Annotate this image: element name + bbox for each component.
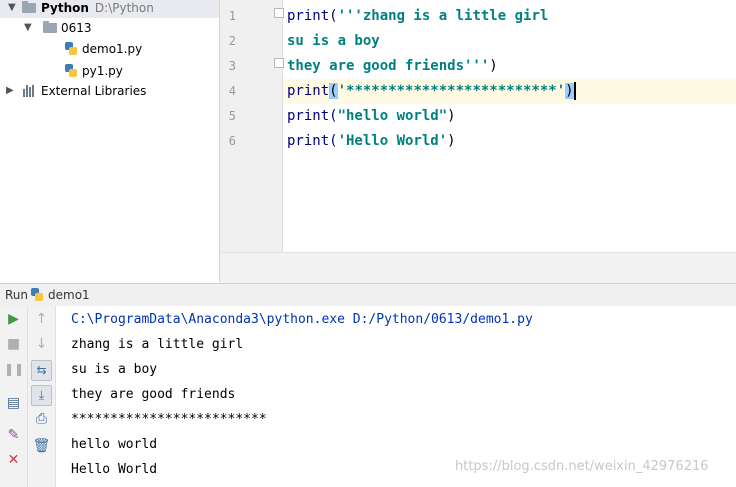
file-name: py1.py <box>82 64 123 78</box>
run-toolbar-right: ↑ ↓ ⇆ ⤓ ⎙ 🗑 <box>28 306 56 487</box>
code-token: print( <box>287 133 338 149</box>
tree-item-file[interactable]: py1.py <box>0 61 219 81</box>
library-icon <box>23 85 37 97</box>
fold-marker-icon[interactable] <box>274 8 284 18</box>
code-token: ( <box>329 83 338 99</box>
code-token: ) <box>447 108 456 124</box>
code-editor[interactable]: 1 2 3 4 5 6 print('''zhang is a little g… <box>220 0 736 283</box>
external-libraries-label: External Libraries <box>41 84 147 98</box>
code-line[interactable]: they are good friends''') <box>287 54 498 79</box>
chevron-right-icon[interactable]: ▶ <box>6 81 14 101</box>
code-token: ) <box>447 133 456 149</box>
chevron-down-icon[interactable]: ▼ <box>24 18 32 38</box>
print-icon[interactable]: ⎙ <box>32 410 51 429</box>
tree-item-root[interactable]: ▼ Python D:\Python <box>0 0 219 18</box>
editor-bottom-area <box>220 252 736 283</box>
code-token: '*************************' <box>337 83 566 99</box>
code-line[interactable]: print('*************************') <box>283 79 736 104</box>
line-number: 2 <box>228 34 236 48</box>
tree-item-external-libraries[interactable]: ▶ External Libraries <box>0 81 219 101</box>
console-line-command: C:\ProgramData\Anaconda3\python.exe D:/P… <box>71 312 533 327</box>
pin-icon[interactable]: ✎ <box>4 426 23 445</box>
tree-item-folder-0613[interactable]: ▼ 0613 <box>0 18 219 38</box>
code-line[interactable]: print('''zhang is a little girl <box>287 4 548 29</box>
code-token: they are good friends''' <box>287 58 490 74</box>
file-name: demo1.py <box>82 42 143 56</box>
trash-icon[interactable]: 🗑 <box>32 437 51 456</box>
code-token: print( <box>287 108 338 124</box>
folder-icon <box>22 1 36 13</box>
pause-icon[interactable]: ❚❚ <box>4 360 24 379</box>
console-line: hello world <box>71 437 158 452</box>
tree-item-file[interactable]: demo1.py <box>0 39 219 59</box>
code-token: '''zhang is a little girl <box>337 8 549 24</box>
fold-marker-icon[interactable] <box>274 58 284 68</box>
text-caret <box>573 82 576 100</box>
root-path: D:\Python <box>94 1 154 15</box>
line-number: 5 <box>228 109 236 123</box>
code-token: ) <box>565 83 574 99</box>
arrow-down-icon[interactable]: ↓ <box>32 335 51 354</box>
line-number: 1 <box>228 9 236 23</box>
scroll-to-end-icon[interactable]: ⤓ <box>31 385 52 406</box>
arrow-up-icon[interactable]: ↑ <box>32 310 51 329</box>
python-file-icon <box>65 64 77 77</box>
chevron-down-icon[interactable]: ▼ <box>8 0 16 18</box>
python-file-icon <box>31 288 43 301</box>
stop-icon[interactable]: ■ <box>4 335 23 354</box>
console-line: they are good friends <box>71 387 236 402</box>
folder-name: 0613 <box>61 21 92 35</box>
code-token: print <box>287 83 330 99</box>
rerun-icon[interactable]: ▶ <box>4 310 23 329</box>
console-line: zhang is a little girl <box>71 337 244 352</box>
code-token: print( <box>287 8 338 24</box>
code-token: 'Hello World' <box>337 133 448 149</box>
layout-icon[interactable]: ▤ <box>4 394 23 413</box>
run-config-tab[interactable]: demo1 <box>48 288 90 302</box>
line-number: 3 <box>228 59 236 73</box>
watermark-text: https://blog.csdn.net/weixin_42976216 <box>455 459 709 474</box>
code-line[interactable]: su is a boy <box>287 29 380 54</box>
line-number: 6 <box>228 134 236 148</box>
code-token: "hello world" <box>337 108 448 124</box>
editor-gutter: 1 2 3 4 5 6 <box>220 0 284 252</box>
folder-icon <box>43 21 57 33</box>
code-token: ) <box>489 58 498 74</box>
line-number: 4 <box>228 84 236 98</box>
code-token: su is a boy <box>287 33 380 49</box>
console-line: Hello World <box>71 462 158 477</box>
run-label: Run <box>5 288 29 302</box>
run-toolbar-left: ▶ ■ ❚❚ ▤ ✎ ✕ <box>0 306 28 487</box>
code-line[interactable]: print('Hello World') <box>287 129 456 154</box>
soft-wrap-icon[interactable]: ⇆ <box>31 360 52 381</box>
project-tree-panel: ▼ Python D:\Python ▼ 0613 demo1.py py1.py… <box>0 0 220 282</box>
root-name: Python <box>41 1 89 15</box>
code-line[interactable]: print("hello world") <box>287 104 456 129</box>
console-line: ************************* <box>71 412 267 427</box>
console-line: su is a boy <box>71 362 158 377</box>
run-tool-header: Run demo1 <box>0 283 736 307</box>
close-icon[interactable]: ✕ <box>4 451 23 470</box>
python-file-icon <box>65 42 77 55</box>
